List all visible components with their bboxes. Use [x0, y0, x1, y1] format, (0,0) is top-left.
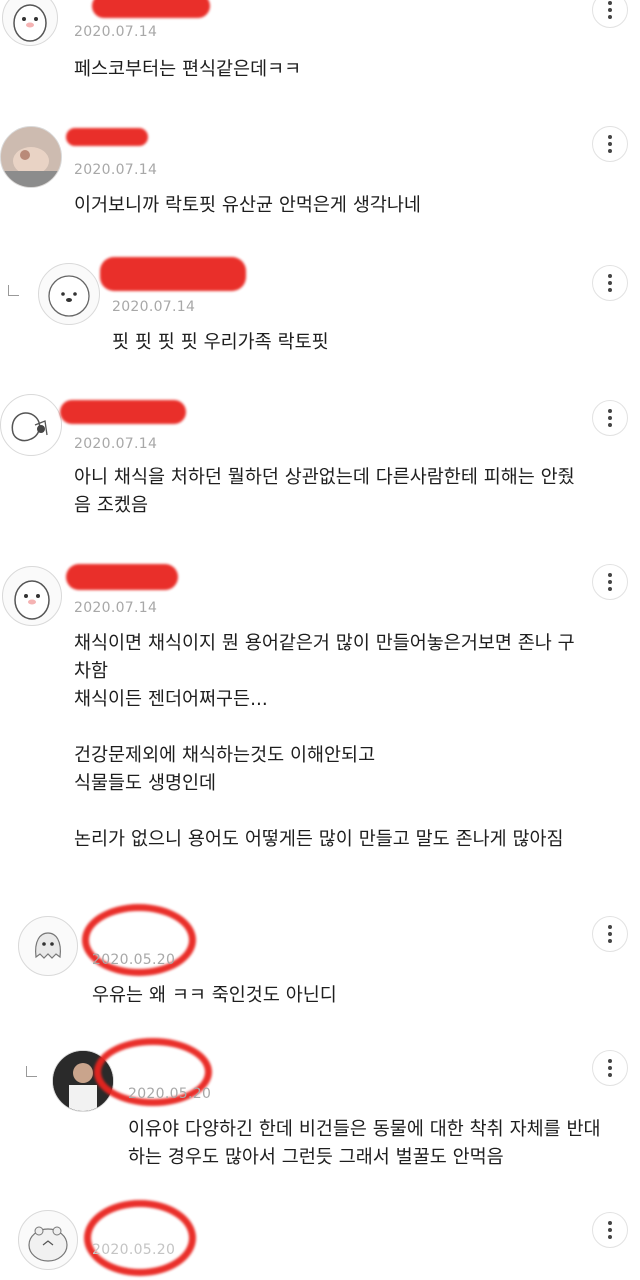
comment-item: 2020.07.14 이거보니까 락토핏 유산균 안먹은게 생각나네 [0, 104, 640, 242]
more-options-icon[interactable] [592, 916, 628, 952]
bear-avatar[interactable] [38, 263, 100, 325]
comment-item: 2020.05.20 우유는 왜 ㅋㅋ 죽인것도 아닌디 [0, 894, 640, 1031]
more-options-icon[interactable] [592, 1212, 628, 1248]
more-options-icon[interactable] [592, 265, 628, 301]
comment-date: 2020.05.20 [92, 1242, 176, 1258]
hippo-avatar[interactable] [18, 1210, 78, 1270]
redacted-username [60, 400, 186, 424]
comment-text: 핏 핏 핏 핏 우리가족 락토핏 [112, 332, 329, 353]
redacted-username [92, 0, 210, 18]
comment-text: 아니 채식을 처하던 뭘하던 상관없는데 다른사람한테 피해는 안줬 음 조켔음 [74, 467, 575, 516]
redacted-username [84, 1200, 196, 1276]
redacted-username [100, 257, 246, 291]
more-options-icon[interactable] [592, 400, 628, 436]
comment-date: 2020.07.14 [74, 162, 158, 178]
comment-item: 2020.07.14 아니 채식을 처하던 뭘하던 상관없는데 다른사람한테 피… [0, 378, 640, 543]
more-options-icon[interactable] [592, 1050, 628, 1086]
more-options-icon[interactable] [592, 0, 628, 28]
photo-avatar[interactable] [0, 126, 62, 188]
comment-date: 2020.05.20 [92, 952, 176, 968]
comment-text: 채식이면 채식이지 뭔 용어같은거 많이 만들어놓은거보면 존나 구 차함 채식… [74, 633, 575, 850]
comment-date: 2020.07.14 [74, 436, 158, 452]
comment-text: 페스코부터는 편식같은데ㅋㅋ [74, 59, 302, 80]
comment-reply-item: 2020.07.14 핏 핏 핏 핏 우리가족 락토핏 [0, 241, 640, 379]
comment-text: 우유는 왜 ㅋㅋ 죽인것도 아닌디 [92, 985, 337, 1006]
penguin-avatar[interactable] [2, 0, 58, 46]
comment-date: 2020.05.20 [128, 1086, 212, 1102]
comment-item: 2020.07.14 페스코부터는 편식같은데ㅋㅋ [0, 0, 640, 105]
comment-text: 이유야 다양하긴 한데 비건들은 동물에 대한 착취 자체를 반대 하는 경우도… [128, 1119, 601, 1168]
comment-text: 이거보니까 락토핏 유산균 안먹은게 생각나네 [74, 195, 421, 216]
more-options-icon[interactable] [592, 126, 628, 162]
comment-item: 2020.05.20 [0, 1192, 640, 1280]
comment-date: 2020.07.14 [112, 299, 196, 315]
comment-date: 2020.07.14 [74, 600, 158, 616]
more-options-icon[interactable] [592, 564, 628, 600]
reply-indicator-icon [8, 285, 19, 296]
ghost-avatar[interactable] [18, 916, 78, 976]
comment-item: 2020.07.14 채식이면 채식이지 뭔 용어같은거 많이 만들어놓은거보면… [0, 542, 640, 895]
drawing-avatar[interactable] [0, 394, 62, 456]
comment-date: 2020.07.14 [74, 24, 158, 40]
penguin-avatar[interactable] [2, 566, 62, 626]
comment-reply-item: 2020.05.20 이유야 다양하긴 한데 비건들은 동물에 대한 착취 자체… [0, 1030, 640, 1193]
reply-indicator-icon [26, 1066, 37, 1077]
redacted-username [66, 564, 178, 590]
redacted-username [66, 128, 148, 146]
